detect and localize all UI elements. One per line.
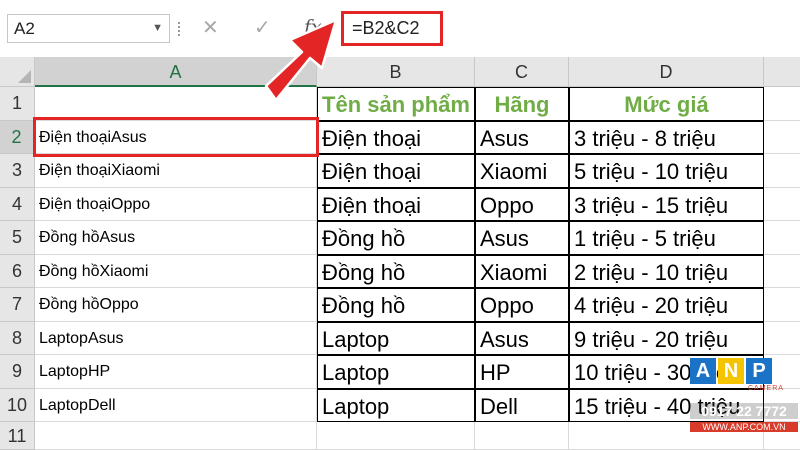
- cell-b9[interactable]: Laptop: [317, 355, 475, 389]
- cell-d6[interactable]: 2 triệu - 10 triệu: [569, 254, 764, 288]
- cell-c4[interactable]: Oppo: [475, 187, 569, 221]
- cell-b8[interactable]: Laptop: [317, 321, 475, 355]
- cell-b3[interactable]: Điện thoại: [317, 154, 475, 188]
- cell-b10[interactable]: Laptop: [317, 388, 475, 422]
- watermark-brand: CAMERA: [748, 385, 784, 392]
- cell-a8[interactable]: LaptopAsus: [35, 321, 317, 355]
- column-header-d[interactable]: D: [569, 57, 764, 87]
- cell-a10[interactable]: LaptopDell: [35, 388, 317, 422]
- cell-c7[interactable]: Oppo: [475, 288, 569, 322]
- cell-e2[interactable]: [764, 121, 800, 154]
- row-header-8[interactable]: 8: [0, 321, 35, 355]
- watermark-url: WWW.ANP.COM.VN: [690, 422, 798, 432]
- cell-d1[interactable]: Mức giá: [569, 87, 764, 121]
- cell-b5[interactable]: Đồng hồ: [317, 221, 475, 255]
- watermark-phone: 0917 22 7772: [690, 403, 798, 419]
- cell-a3[interactable]: Điện thoạiXiaomi: [35, 154, 317, 188]
- chevron-down-icon[interactable]: ▼: [152, 15, 163, 42]
- name-box[interactable]: A2 ▼: [7, 14, 170, 43]
- cell-d4[interactable]: 3 triệu - 15 triệu: [569, 187, 764, 221]
- row-header-11[interactable]: 11: [0, 422, 35, 450]
- row-header-1[interactable]: 1: [0, 87, 35, 121]
- formula-input[interactable]: =B2&C2: [341, 11, 443, 46]
- cell-b6[interactable]: Đồng hồ: [317, 254, 475, 288]
- cell-a11[interactable]: [35, 422, 317, 450]
- active-cell-highlight: [33, 117, 319, 157]
- cell-b7[interactable]: Đồng hồ: [317, 288, 475, 322]
- row-header-10[interactable]: 10: [0, 388, 35, 422]
- watermark-letter: A: [690, 358, 716, 384]
- cell-d8[interactable]: 9 triệu - 20 triệu: [569, 321, 764, 355]
- cell-e6[interactable]: [764, 255, 800, 288]
- cell-c8[interactable]: Asus: [475, 321, 569, 355]
- row-header-3[interactable]: 3: [0, 154, 35, 188]
- watermark-letter: N: [718, 358, 744, 384]
- cell-c10[interactable]: Dell: [475, 388, 569, 422]
- cell-c2[interactable]: Asus: [475, 120, 569, 154]
- cell-d5[interactable]: 1 triệu - 5 triệu: [569, 221, 764, 255]
- cell-c6[interactable]: Xiaomi: [475, 254, 569, 288]
- formula-bar: A2 ▼ ✕ ✓ fx =B2&C2: [0, 0, 800, 58]
- row-header-6[interactable]: 6: [0, 254, 35, 288]
- cell-a4[interactable]: Điện thoạiOppo: [35, 187, 317, 221]
- row-header-7[interactable]: 7: [0, 288, 35, 322]
- row-header-2[interactable]: 2: [0, 120, 35, 154]
- column-header-e[interactable]: [764, 57, 800, 87]
- row-header-4[interactable]: 4: [0, 187, 35, 221]
- cell-a9[interactable]: LaptopHP: [35, 355, 317, 389]
- cell-b4[interactable]: Điện thoại: [317, 187, 475, 221]
- cancel-icon[interactable]: ✕: [202, 16, 219, 40]
- cell-e4[interactable]: [764, 188, 800, 221]
- cell-d3[interactable]: 5 triệu - 10 triệu: [569, 154, 764, 188]
- cell-d7[interactable]: 4 triệu - 20 triệu: [569, 288, 764, 322]
- name-box-value: A2: [14, 19, 35, 38]
- cell-e7[interactable]: [764, 288, 800, 322]
- column-header-c[interactable]: C: [475, 57, 569, 87]
- resize-handle[interactable]: [178, 22, 184, 36]
- cell-e8[interactable]: [764, 322, 800, 355]
- watermark-letter: P: [746, 358, 772, 384]
- cell-a6[interactable]: Đồng hồXiaomi: [35, 254, 317, 288]
- row-header-9[interactable]: 9: [0, 355, 35, 389]
- cell-a5[interactable]: Đồng hồAsus: [35, 221, 317, 255]
- select-all-corner[interactable]: [0, 57, 35, 87]
- cell-d2[interactable]: 3 triệu - 8 triệu: [569, 120, 764, 154]
- cell-c3[interactable]: Xiaomi: [475, 154, 569, 188]
- cell-a7[interactable]: Đồng hồOppo: [35, 288, 317, 322]
- cell-c5[interactable]: Asus: [475, 221, 569, 255]
- cell-e5[interactable]: [764, 221, 800, 255]
- cell-b11[interactable]: [317, 422, 475, 450]
- row-header-5[interactable]: 5: [0, 221, 35, 255]
- cell-c9[interactable]: HP: [475, 355, 569, 389]
- cell-c1[interactable]: Hãng: [475, 87, 569, 121]
- red-arrow-icon: [264, 18, 338, 102]
- cell-c11[interactable]: [475, 422, 569, 450]
- cell-e3[interactable]: [764, 154, 800, 188]
- cell-b2[interactable]: Điện thoại: [317, 120, 475, 154]
- anp-watermark: A N P CAMERA 0917 22 7772 WWW.ANP.COM.VN: [690, 358, 798, 440]
- cell-e1[interactable]: [764, 87, 800, 121]
